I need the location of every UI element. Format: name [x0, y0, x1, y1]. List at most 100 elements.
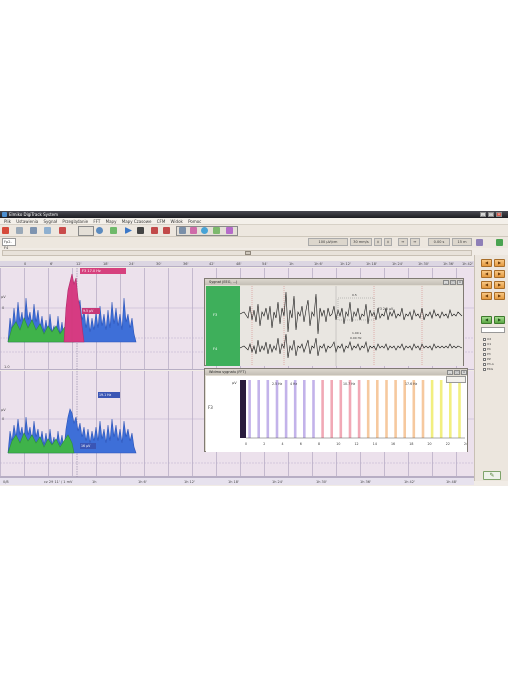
fft-window[interactable]: Widmo sygnału (FFT) _ □ × 0 2 4 6 8 10 12 14 16 1… [204, 368, 468, 452]
toolbar [0, 225, 508, 237]
edit-pencil-icon[interactable]: ✎ [483, 471, 501, 480]
stop-icon[interactable] [137, 227, 144, 234]
page-left-button[interactable]: ◀ [481, 281, 492, 289]
amplitude-button[interactable]: ‡ [374, 238, 382, 246]
checkbox-p3[interactable]: P3 [483, 352, 491, 356]
green-left-button[interactable]: ◀ [481, 316, 492, 324]
report-icon[interactable] [226, 227, 233, 234]
montage-select[interactable]: Fp2-F4 [2, 238, 16, 250]
checkbox-o1[interactable]: O1 [483, 342, 491, 346]
cursor-icon[interactable] [151, 227, 158, 234]
checkbox-ekg[interactable]: EKG [483, 367, 493, 371]
status-footer: 0/8 cz 29 11' / 1 mV 1h 1h 6' 1h 12' 1h … [0, 477, 474, 485]
span-field[interactable]: 15 m [452, 238, 472, 246]
signal-annotation-scale: 0.5 [352, 293, 357, 297]
menu-ustawienia[interactable]: Ustawienia [16, 218, 38, 225]
speed-select[interactable]: 30 mm/s [350, 238, 372, 246]
settings-icon[interactable] [476, 239, 483, 246]
signal-max-button[interactable]: □ [450, 279, 456, 285]
menu-mapy-czasowe[interactable]: Mapy Czasowe [122, 218, 152, 225]
gain-select[interactable]: 100 µV/cm [308, 238, 348, 246]
view-mode-selector[interactable] [78, 226, 94, 236]
trend-bottom-y-unit: µV [1, 408, 6, 412]
fft-close-button[interactable]: × [461, 369, 467, 375]
step-right-button[interactable]: ▶ [494, 270, 505, 278]
checkbox-o2[interactable]: O2 [483, 337, 491, 341]
maximize-button[interactable]: □ [488, 212, 494, 217]
trend-bottom-marker-2: 16 µV [80, 443, 96, 449]
play-icon[interactable] [125, 227, 132, 234]
record-icon[interactable] [2, 227, 9, 234]
checkbox-p4[interactable]: P4 [483, 347, 491, 351]
menu-cfm[interactable]: CFM [157, 218, 166, 225]
channel-filter-field[interactable] [481, 327, 505, 333]
signal-window[interactable]: Sygnał (EEG, ...) _ □ × F3 F4 F3 2.5 µV … [204, 278, 464, 366]
fft-band-label: 4 Hz [290, 382, 297, 386]
scroll-left-button[interactable]: ◀ [481, 259, 492, 267]
close-button[interactable]: × [496, 212, 502, 217]
ruler-tick: 42' [209, 262, 215, 266]
grid-icon[interactable] [179, 227, 186, 234]
fft-spectrum-bar [330, 380, 333, 438]
map-icon[interactable] [201, 227, 208, 234]
clock-icon[interactable] [96, 227, 103, 234]
jump-left-button[interactable]: ◀ [481, 292, 492, 300]
trend-top-y-unit: µV [1, 295, 6, 299]
marker-icon[interactable] [59, 227, 66, 234]
cursor-alt-icon[interactable] [163, 227, 170, 234]
menu-widok[interactable]: Widok [171, 218, 183, 225]
menu-plik[interactable]: Plik [4, 218, 11, 225]
eeg-trace-area[interactable]: F3 2.5 µV 1.00 s 0.00 Hz 0.5 [239, 286, 463, 366]
eeg-trace-plot: F3 2.5 µV 1.00 s 0.00 Hz 0.5 [239, 286, 463, 366]
ruler-tick: 0 [24, 262, 27, 266]
fft-min-button[interactable]: _ [447, 369, 453, 375]
menu-mapy[interactable]: Mapy [106, 218, 117, 225]
fft-spectrum-bar [321, 380, 324, 438]
menu-sygnal[interactable]: Sygnał [44, 218, 58, 225]
refresh-icon[interactable] [496, 239, 503, 246]
green-right-button[interactable]: ▶ [494, 316, 505, 324]
minimize-button[interactable]: _ [480, 212, 486, 217]
page-right-button[interactable]: ▶ [494, 281, 505, 289]
fft-max-button[interactable]: □ [454, 369, 460, 375]
scroll-thumb[interactable] [245, 251, 251, 255]
jump-right-button[interactable]: ▶ [494, 292, 505, 300]
print-icon[interactable] [30, 227, 37, 234]
fft-zoom-controls[interactable] [446, 376, 466, 383]
fft-x-tick: 20 [428, 442, 432, 446]
table-icon[interactable] [213, 227, 220, 234]
signal-window-title: Sygnał (EEG, ...) [205, 279, 463, 285]
menu-fft[interactable]: FFT [93, 218, 100, 225]
zoom-icon[interactable] [16, 227, 23, 234]
trend-bottom-y-tick: 0 [2, 417, 4, 421]
ruler-tick: 1h 30' [418, 262, 429, 266]
scroll-right-button[interactable]: ▶ [494, 259, 505, 267]
footer-tick: 1h 12' [184, 480, 195, 484]
fft-spectrum-bar [339, 380, 343, 438]
fft-x-tick: 2 [263, 442, 265, 446]
arrows-icon[interactable] [110, 227, 117, 234]
footer-tick: 1h 42' [404, 480, 415, 484]
ruler-tick: 1h 12' [340, 262, 351, 266]
menu-pomoc[interactable]: Pomoc [188, 218, 201, 225]
time-scrollbar[interactable] [2, 250, 472, 256]
amplitude-down-button[interactable]: ‡ [384, 238, 392, 246]
trend-top-y-tick: 0 [2, 306, 4, 310]
offset-field[interactable]: 0.00 s [428, 238, 450, 246]
copy-icon[interactable] [44, 227, 51, 234]
signal-min-button[interactable]: _ [443, 279, 449, 285]
menu-przegladanie[interactable]: Przeglądanie [62, 218, 88, 225]
footer-time: cz 29 11' / 1 mV [44, 480, 73, 484]
signal-close-button[interactable]: × [457, 279, 463, 285]
fft-plot-area[interactable]: 024681012141618202224 µV F3 2.5 Hz 4 Hz … [206, 376, 468, 452]
checkbox-p3a[interactable]: P3-A [483, 362, 494, 366]
trend-bottom-marker-1: 19.1 Hz [98, 392, 120, 398]
ruler-tick: 1h 6' [314, 262, 323, 266]
step-left-button[interactable]: ◀ [481, 270, 492, 278]
spectrum-icon[interactable] [190, 227, 197, 234]
expand-button[interactable]: ↔ [398, 238, 408, 246]
fft-spectrum-bar [284, 380, 288, 438]
collapse-button[interactable]: ↔ [410, 238, 420, 246]
fft-band-label: 10.7 Hz [343, 382, 356, 386]
checkbox-pz[interactable]: PZ [483, 357, 491, 361]
